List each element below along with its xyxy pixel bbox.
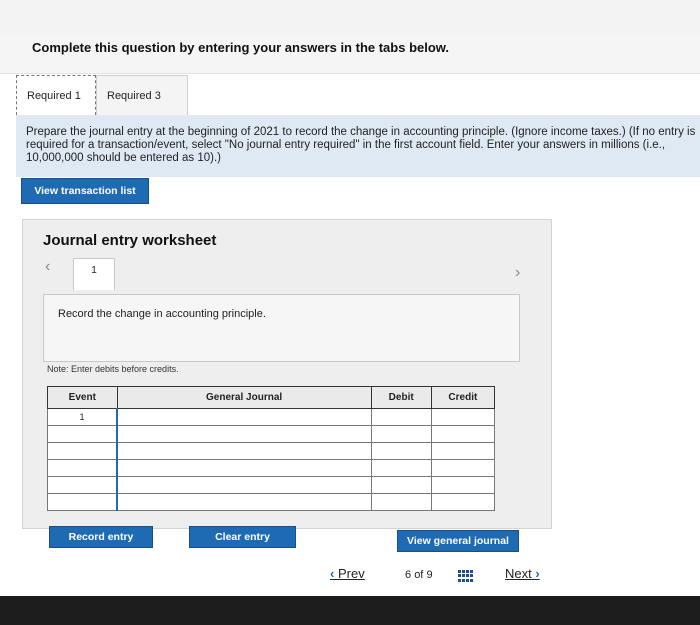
question-instruction: Complete this question by entering your …: [32, 40, 450, 55]
debit-input[interactable]: [370, 476, 432, 494]
debit-input[interactable]: [370, 493, 432, 511]
event-cell: [47, 476, 118, 494]
debit-input[interactable]: [370, 442, 432, 460]
credit-input[interactable]: [430, 459, 496, 477]
grid-icon[interactable]: [458, 570, 473, 582]
next-label: Next: [505, 566, 532, 581]
journal-entry-worksheet: Journal entry worksheet ‹ 1 › Record the…: [22, 219, 552, 552]
account-input[interactable]: [116, 408, 372, 426]
credit-input[interactable]: [430, 476, 496, 494]
table-row: 1: [47, 408, 496, 426]
record-description-box: Record the change in accounting principl…: [43, 294, 520, 362]
chevron-right-icon[interactable]: ›: [515, 264, 520, 282]
table-row: [47, 459, 496, 477]
event-cell: [47, 425, 118, 443]
view-general-journal-button[interactable]: View general journal: [397, 530, 519, 552]
table-row: [47, 425, 496, 443]
header-general-journal: General Journal: [116, 386, 372, 409]
question-header: Complete this question by entering your …: [0, 34, 700, 74]
account-input[interactable]: [116, 476, 372, 494]
total-pages: 9: [426, 569, 433, 581]
page-indicator: 6 of 9: [405, 569, 433, 581]
debit-input[interactable]: [370, 425, 432, 443]
prev-label: Prev: [337, 566, 365, 581]
current-page: 6: [405, 569, 412, 581]
event-cell: 1: [47, 408, 118, 426]
event-cell: [47, 459, 118, 477]
debit-credit-note: Note: Enter debits before credits.: [47, 364, 179, 374]
record-description: Record the change in accounting principl…: [58, 308, 266, 320]
instructions-text: Prepare the journal entry at the beginni…: [26, 126, 696, 164]
record-entry-button[interactable]: Record entry: [49, 526, 153, 548]
tab-required-3[interactable]: Required 3: [96, 75, 188, 115]
chevron-left-icon: ‹: [330, 566, 335, 581]
table-row: [47, 442, 496, 460]
event-cell: [47, 493, 118, 511]
credit-input[interactable]: [430, 493, 496, 511]
account-input[interactable]: [116, 493, 372, 511]
debit-input[interactable]: [370, 408, 432, 426]
credit-input[interactable]: [430, 408, 496, 426]
chevron-left-icon[interactable]: ‹: [45, 258, 50, 276]
account-input[interactable]: [116, 459, 372, 477]
clear-entry-button[interactable]: Clear entry: [189, 526, 296, 548]
header-credit: Credit: [430, 386, 496, 409]
bottom-bar: [0, 596, 700, 625]
entry-tab-1[interactable]: 1: [73, 258, 115, 290]
tab-required-1[interactable]: Required 1: [16, 75, 96, 115]
header-debit: Debit: [370, 386, 432, 409]
prev-link[interactable]: ‹ Prev: [330, 566, 365, 581]
table-row: [47, 493, 496, 511]
debit-input[interactable]: [370, 459, 432, 477]
journal-table: Event General Journal Debit Credit 1: [47, 386, 496, 511]
table-header-row: Event General Journal Debit Credit: [47, 386, 496, 409]
account-input[interactable]: [116, 425, 372, 443]
credit-input[interactable]: [430, 442, 496, 460]
instructions-panel: Prepare the journal entry at the beginni…: [16, 115, 700, 177]
header-event: Event: [47, 386, 118, 409]
chevron-right-icon: ›: [535, 566, 540, 581]
top-bar: [0, 0, 700, 34]
page-of-label: of: [414, 569, 424, 581]
next-link[interactable]: Next ›: [505, 566, 540, 581]
view-transaction-list-button[interactable]: View transaction list: [21, 178, 149, 204]
credit-input[interactable]: [430, 425, 496, 443]
account-input[interactable]: [116, 442, 372, 460]
worksheet-title: Journal entry worksheet: [43, 232, 217, 249]
event-cell: [47, 442, 118, 460]
table-row: [47, 476, 496, 494]
